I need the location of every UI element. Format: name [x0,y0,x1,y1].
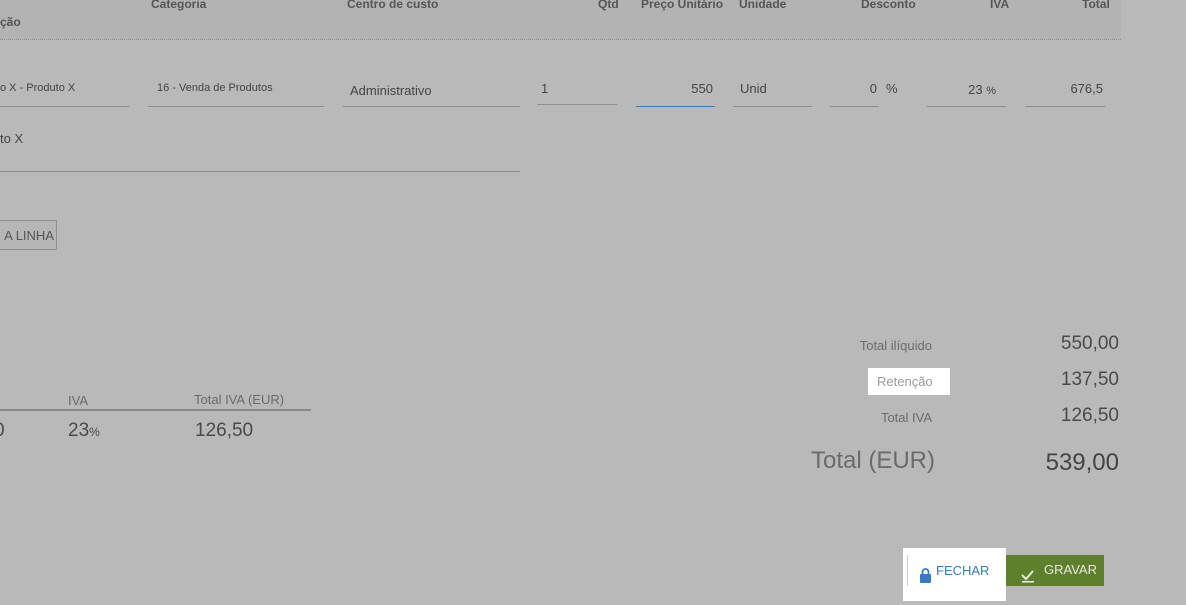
save-label: GRAVAR [1044,562,1097,577]
total-iliquido-value: 550,00 [1060,333,1119,354]
iva-value: 23 [968,82,983,97]
desconto-field[interactable]: 0 [830,78,879,107]
categoria-field[interactable]: 16 - Venda de Produtos [148,78,324,107]
total-field: 676,5 [1025,78,1105,107]
categoria-value: 16 - Venda de Produtos [157,82,273,94]
total-value: 676,5 [1070,81,1103,96]
add-line-button[interactable]: A LINHA [0,220,57,250]
centro-custo-field[interactable]: Administrativo [343,78,520,107]
iva-field[interactable]: 23 % [927,78,1006,107]
artigo-value: o X - Produto X [0,82,76,94]
tax-rate-value: 23 [68,420,90,441]
descricao-value: to X [0,131,24,146]
unidade-field[interactable]: Unid [733,78,812,107]
close-button[interactable]: FECHAR [907,555,1004,586]
preco-unitario-field[interactable]: 550 [636,78,715,107]
tax-table-divider [0,409,311,411]
header-centro-custo: Centro de custo [347,0,439,11]
grand-total-value: 539,00 [1045,449,1119,476]
tax-rate-percent: % [89,425,100,439]
header-iva: IVA [990,0,1010,11]
desconto-value: 0 [869,81,877,96]
desconto-percent: % [886,81,898,96]
qtd-field[interactable]: 1 [537,78,617,105]
centro-custo-value: Administrativo [350,83,432,98]
tax-header-iva: IVA [68,393,88,408]
header-desconto: Desconto [861,0,916,11]
header-unidade: Unidade [739,0,787,11]
save-button[interactable]: GRAVAR [1006,555,1104,586]
header-qtd: Qtd [598,0,619,11]
grand-total-label: Total (EUR) [810,447,935,474]
unidade-value: Unid [740,81,767,96]
tax-rate: 23% [68,420,100,442]
descricao-field[interactable]: to X [0,126,520,172]
header-descricao: ção [0,15,21,29]
qtd-value: 1 [541,81,549,96]
check-icon [1021,564,1035,583]
header-total: Total [1082,0,1110,11]
preco-unitario-value: 550 [691,81,713,96]
retencao-box[interactable]: Retenção [868,368,950,395]
header-categoria: Categoria [151,0,207,11]
total-iliquido-label: Total ilíquido [859,338,932,353]
lock-icon [919,563,933,583]
total-iva-value: 126,50 [1060,405,1119,426]
retencao-label: Retenção [877,374,933,389]
total-iva-label: Total IVA [880,410,932,425]
tax-total-iva-value: 126,50 [195,420,254,441]
tax-header-total-iva: Total IVA (EUR) [194,392,285,407]
tax-base-value: 0 [0,420,5,442]
iva-percent: % [986,85,996,97]
artigo-field[interactable]: o X - Produto X [0,78,129,107]
header-preco-unitario: Preço Unitário [641,0,724,11]
close-label: FECHAR [936,563,990,578]
retencao-value: 137,50 [1060,369,1119,390]
